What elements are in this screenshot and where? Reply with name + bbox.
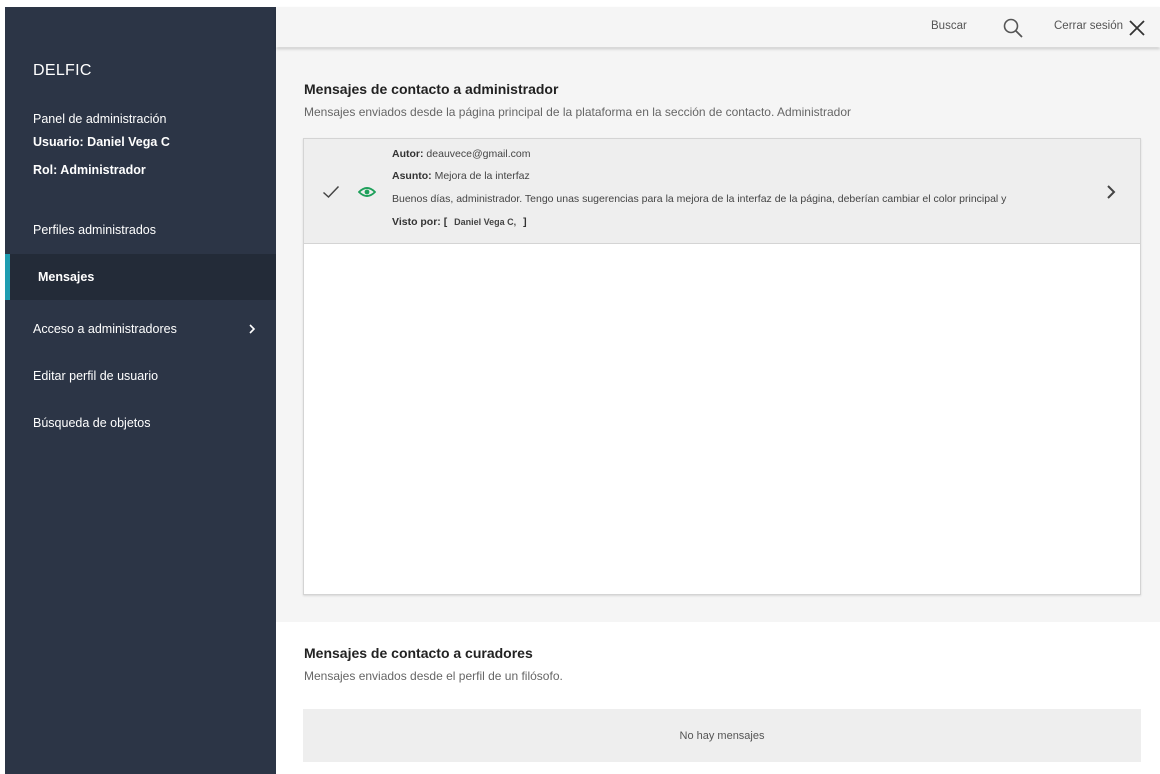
- sidebar-item-label: Búsqueda de objetos: [33, 416, 151, 430]
- sidebar-item-label: Editar perfil de usuario: [33, 369, 159, 383]
- empty-state-text: No hay mensajes: [679, 729, 765, 742]
- chevron-right-icon[interactable]: [1104, 183, 1118, 201]
- message-author: deauvece@gmail.com: [426, 148, 531, 160]
- current-role: Rol: Administrador: [33, 163, 146, 177]
- search-label[interactable]: Buscar: [931, 20, 967, 32]
- message-body: Buenos días, administrador. Tengo unas s…: [392, 193, 1007, 205]
- message-subject-label: Asunto:: [392, 170, 432, 182]
- close-icon[interactable]: [1129, 20, 1145, 36]
- top-bar: Buscar Cerrar sesión: [276, 7, 1160, 47]
- message-subject-line: Asunto: Mejora de la interfaz: [392, 170, 530, 182]
- sidebar-item-busqueda-objetos[interactable]: Búsqueda de objetos: [5, 400, 276, 446]
- sidebar-item-acceso-administradores[interactable]: Acceso a administradores: [5, 306, 276, 352]
- sidebar: DELFIC Panel de administración Usuario: …: [5, 7, 276, 774]
- eye-icon[interactable]: [358, 185, 376, 199]
- message-seen-close-bracket: ]: [523, 216, 527, 228]
- message-seen-by: Daniel Vega C,: [454, 217, 517, 227]
- curator-messages-description: Mensajes enviados desde el perfil de un …: [304, 669, 563, 683]
- logout-label[interactable]: Cerrar sesión: [1054, 20, 1123, 32]
- admin-messages-title: Mensajes de contacto a administrador: [304, 81, 559, 97]
- current-user: Usuario: Daniel Vega C: [33, 135, 170, 149]
- sidebar-item-editar-perfil[interactable]: Editar perfil de usuario: [5, 353, 276, 399]
- check-icon[interactable]: [322, 185, 340, 199]
- empty-state: No hay mensajes: [303, 709, 1141, 762]
- sidebar-item-perfiles-administrados[interactable]: Perfiles administrados: [5, 207, 276, 253]
- sidebar-item-label: Mensajes: [38, 270, 95, 284]
- message-subject: Mejora de la interfaz: [434, 170, 530, 182]
- message-seen-label: Visto por:: [392, 216, 441, 228]
- message-seen-open-bracket: [: [443, 216, 448, 228]
- search-icon[interactable]: [1002, 17, 1024, 39]
- curator-messages-section: Mensajes de contacto a curadores Mensaje…: [276, 622, 1160, 774]
- messages-list: Autor: deauvece@gmail.com Asunto: Mejora…: [303, 138, 1141, 595]
- brand-title: DELFIC: [33, 62, 92, 79]
- sidebar-item-label: Perfiles administrados: [33, 223, 156, 237]
- admin-messages-section: Mensajes de contacto a administrador Men…: [276, 48, 1160, 622]
- message-seen-line: Visto por: [ Daniel Vega C, ]: [392, 216, 527, 228]
- panel-title: Panel de administración: [33, 112, 167, 126]
- sidebar-item-mensajes[interactable]: Mensajes: [5, 254, 276, 300]
- message-author-line: Autor: deauvece@gmail.com: [392, 148, 530, 160]
- sidebar-item-label: Acceso a administradores: [33, 322, 177, 336]
- message-author-label: Autor:: [392, 148, 424, 160]
- message-row[interactable]: Autor: deauvece@gmail.com Asunto: Mejora…: [304, 139, 1140, 244]
- chevron-right-icon: [249, 324, 256, 334]
- curator-messages-title: Mensajes de contacto a curadores: [304, 645, 533, 661]
- admin-messages-description: Mensajes enviados desde la página princi…: [304, 105, 851, 119]
